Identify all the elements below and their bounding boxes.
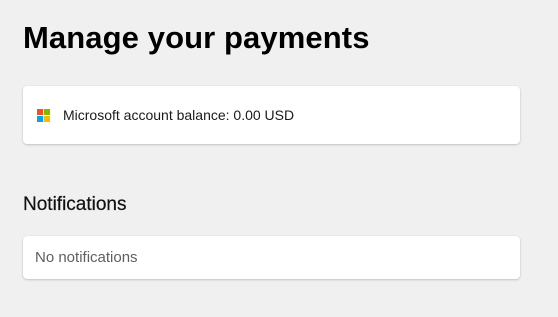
no-notifications-text: No notifications <box>35 249 138 266</box>
notifications-heading: Notifications <box>23 194 127 215</box>
notifications-card: No notifications <box>23 236 520 279</box>
page-title: Manage your payments <box>23 20 370 55</box>
payments-page: Manage your payments Microsoft account b… <box>0 0 558 317</box>
account-balance-card: Microsoft account balance: 0.00 USD <box>23 86 520 144</box>
logo-red-square <box>37 108 43 115</box>
logo-yellow-square <box>44 115 50 122</box>
logo-green-square <box>44 108 50 115</box>
account-balance-text: Microsoft account balance: 0.00 USD <box>63 107 295 123</box>
microsoft-logo-icon <box>37 108 50 122</box>
logo-blue-square <box>37 115 43 122</box>
